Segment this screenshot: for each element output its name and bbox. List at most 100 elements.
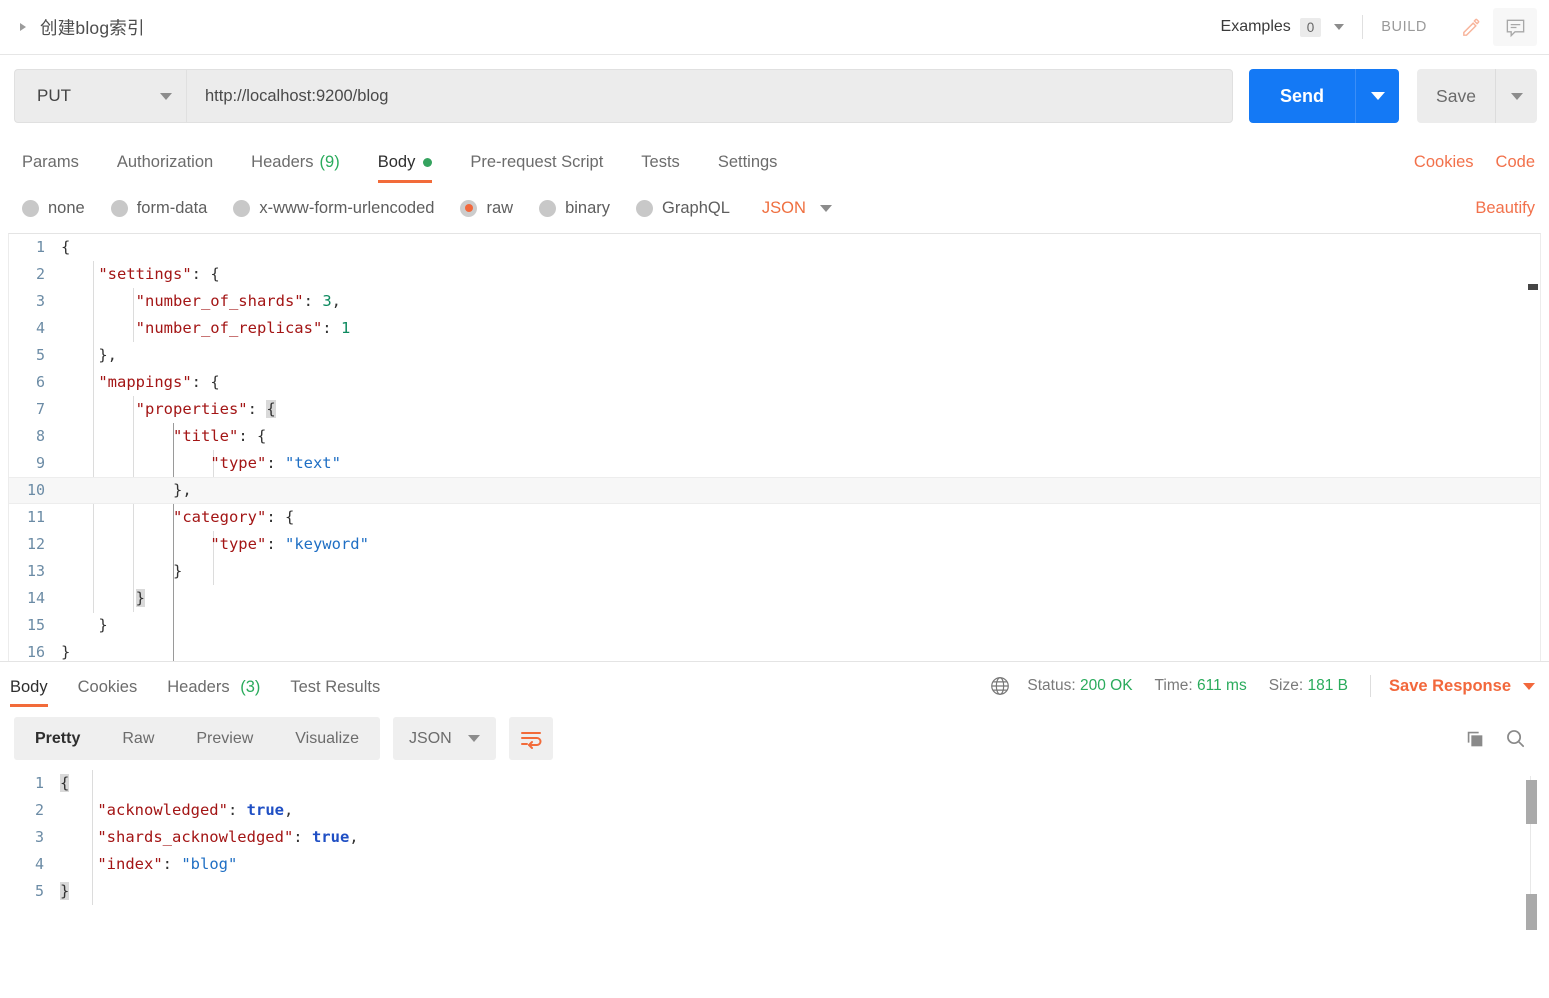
- line-number: 15: [26, 616, 45, 634]
- page-title: 创建blog索引: [40, 17, 145, 38]
- code-line: 8 "title": {: [9, 423, 1540, 450]
- code-text: "acknowledged": true,: [97, 801, 294, 819]
- code-line: 1{: [9, 234, 1540, 261]
- chevron-down-icon: [160, 92, 172, 100]
- request-body-editor[interactable]: 1{2 "settings": {3 "number_of_shards": 3…: [8, 233, 1541, 661]
- code-line: 9 "type": "text": [9, 450, 1540, 477]
- code-text: }: [172, 562, 183, 580]
- line-number: 4: [34, 855, 44, 873]
- code-line: 4 "index": "blog": [8, 851, 1541, 878]
- tab-pre-request-script[interactable]: Pre-request Script: [470, 153, 603, 183]
- scrollbar-thumb[interactable]: [1526, 780, 1537, 824]
- save-button[interactable]: Save: [1417, 69, 1495, 123]
- globe-icon[interactable]: [989, 675, 1011, 697]
- response-view-visualize[interactable]: Visualize: [274, 717, 380, 760]
- comments-button[interactable]: [1493, 8, 1537, 46]
- save-response-label: Save Response: [1389, 676, 1511, 695]
- response-format-select[interactable]: JSON: [393, 717, 496, 760]
- headers-count-badge: (9): [319, 153, 340, 171]
- code-text: "index": "blog": [97, 855, 238, 873]
- save-options-button[interactable]: [1495, 69, 1537, 123]
- response-view-pretty[interactable]: Pretty: [14, 717, 101, 760]
- response-view-raw[interactable]: Raw: [101, 717, 175, 760]
- url-input[interactable]: http://localhost:9200/blog: [186, 69, 1233, 123]
- radio-icon: [22, 199, 39, 217]
- request-titlebar: 创建blog索引 Examples 0 BUILD: [0, 0, 1549, 55]
- body-type-binary[interactable]: binary: [539, 199, 610, 218]
- search-button[interactable]: [1495, 720, 1535, 758]
- line-number: 6: [35, 373, 45, 391]
- response-body-editor[interactable]: 1{2 "acknowledged": true, 3 "shards_ackno…: [8, 770, 1541, 930]
- word-wrap-button[interactable]: [508, 717, 553, 760]
- tab-headers[interactable]: Headers (9): [251, 153, 340, 183]
- edit-request-button[interactable]: [1449, 8, 1493, 46]
- copy-button[interactable]: [1455, 720, 1495, 758]
- line-number: 4: [35, 319, 45, 337]
- body-present-dot-icon: [423, 158, 433, 167]
- save-button-group: Save: [1417, 69, 1537, 123]
- body-type-raw[interactable]: raw: [460, 199, 513, 218]
- body-type-none[interactable]: none: [22, 199, 85, 218]
- examples-label: Examples: [1220, 18, 1291, 35]
- time-label: Time:: [1154, 677, 1193, 694]
- cookies-link[interactable]: Cookies: [1414, 153, 1474, 172]
- tab-label: Body: [10, 678, 48, 696]
- line-number: 16: [26, 643, 45, 661]
- code-text: }: [135, 589, 145, 607]
- code-line: 14 }: [9, 585, 1540, 612]
- size-value: 181 B: [1307, 677, 1349, 694]
- code-line: 13 }: [9, 558, 1540, 585]
- body-type-graphql[interactable]: GraphQL: [636, 199, 730, 218]
- radio-selected-icon: [460, 199, 478, 217]
- tab-params[interactable]: Params: [22, 153, 79, 183]
- code-text: }: [60, 882, 70, 900]
- tab-tests[interactable]: Tests: [641, 153, 680, 183]
- code-text: "type": "text": [210, 454, 341, 472]
- line-number: 5: [35, 346, 45, 364]
- code-text: "title": {: [172, 427, 267, 445]
- chevron-down-icon: [1523, 682, 1535, 690]
- collapse-triangle-icon[interactable]: [20, 23, 26, 31]
- tab-label: Pre-request Script: [470, 153, 604, 171]
- response-tab-cookies[interactable]: Cookies: [78, 678, 138, 707]
- pencil-icon: [1462, 18, 1479, 36]
- chevron-down-icon: [1334, 24, 1345, 30]
- build-label[interactable]: BUILD: [1381, 19, 1427, 35]
- response-tab-headers[interactable]: Headers (3): [167, 678, 260, 707]
- code-text: "settings": {: [98, 265, 220, 283]
- response-tab-test-results[interactable]: Test Results: [290, 678, 380, 707]
- request-code-lines: 1{2 "settings": {3 "number_of_shards": 3…: [9, 234, 1540, 661]
- code-link[interactable]: Code: [1496, 153, 1535, 172]
- examples-dropdown[interactable]: Examples 0: [1220, 17, 1345, 37]
- beautify-link[interactable]: Beautify: [1475, 199, 1535, 218]
- tab-settings[interactable]: Settings: [718, 153, 778, 183]
- send-button-group: Send: [1249, 69, 1399, 123]
- copy-icon: [1467, 731, 1483, 746]
- request-editor-scrollbar[interactable]: [1526, 234, 1540, 661]
- code-line: 7 "properties": {: [9, 396, 1540, 423]
- send-options-button[interactable]: [1355, 69, 1399, 123]
- request-tabs: Params Authorization Headers (9) Body Pr…: [0, 135, 1549, 183]
- save-response-button[interactable]: Save Response: [1389, 677, 1535, 696]
- tab-body[interactable]: Body: [377, 153, 433, 183]
- response-editor-scrollbar[interactable]: [1526, 776, 1537, 930]
- url-bar: PUT http://localhost:9200/blog Send Save: [0, 55, 1549, 135]
- body-type-urlencoded[interactable]: x-www-form-urlencoded: [233, 199, 434, 218]
- response-tab-body[interactable]: Body: [10, 678, 48, 707]
- scrollbar-thumb-secondary[interactable]: [1526, 894, 1537, 930]
- code-line: 1{: [8, 770, 1541, 797]
- http-method-select[interactable]: PUT: [14, 69, 186, 123]
- code-text: },: [172, 481, 192, 499]
- code-line: 3 "shards_acknowledged": true,: [8, 824, 1541, 851]
- body-format-select[interactable]: JSON: [762, 199, 832, 218]
- code-text: "number_of_replicas": 1: [135, 319, 351, 337]
- response-view-preview[interactable]: Preview: [175, 717, 274, 760]
- send-button[interactable]: Send: [1249, 69, 1355, 123]
- code-line: 5}: [8, 878, 1541, 905]
- scrollbar-thumb[interactable]: [1528, 284, 1538, 290]
- tab-label: Cookies: [77, 678, 138, 696]
- body-type-form-data[interactable]: form-data: [110, 199, 207, 218]
- body-type-label: raw: [486, 198, 514, 217]
- code-line: 12 "type": "keyword": [9, 531, 1540, 558]
- tab-authorization[interactable]: Authorization: [117, 153, 213, 183]
